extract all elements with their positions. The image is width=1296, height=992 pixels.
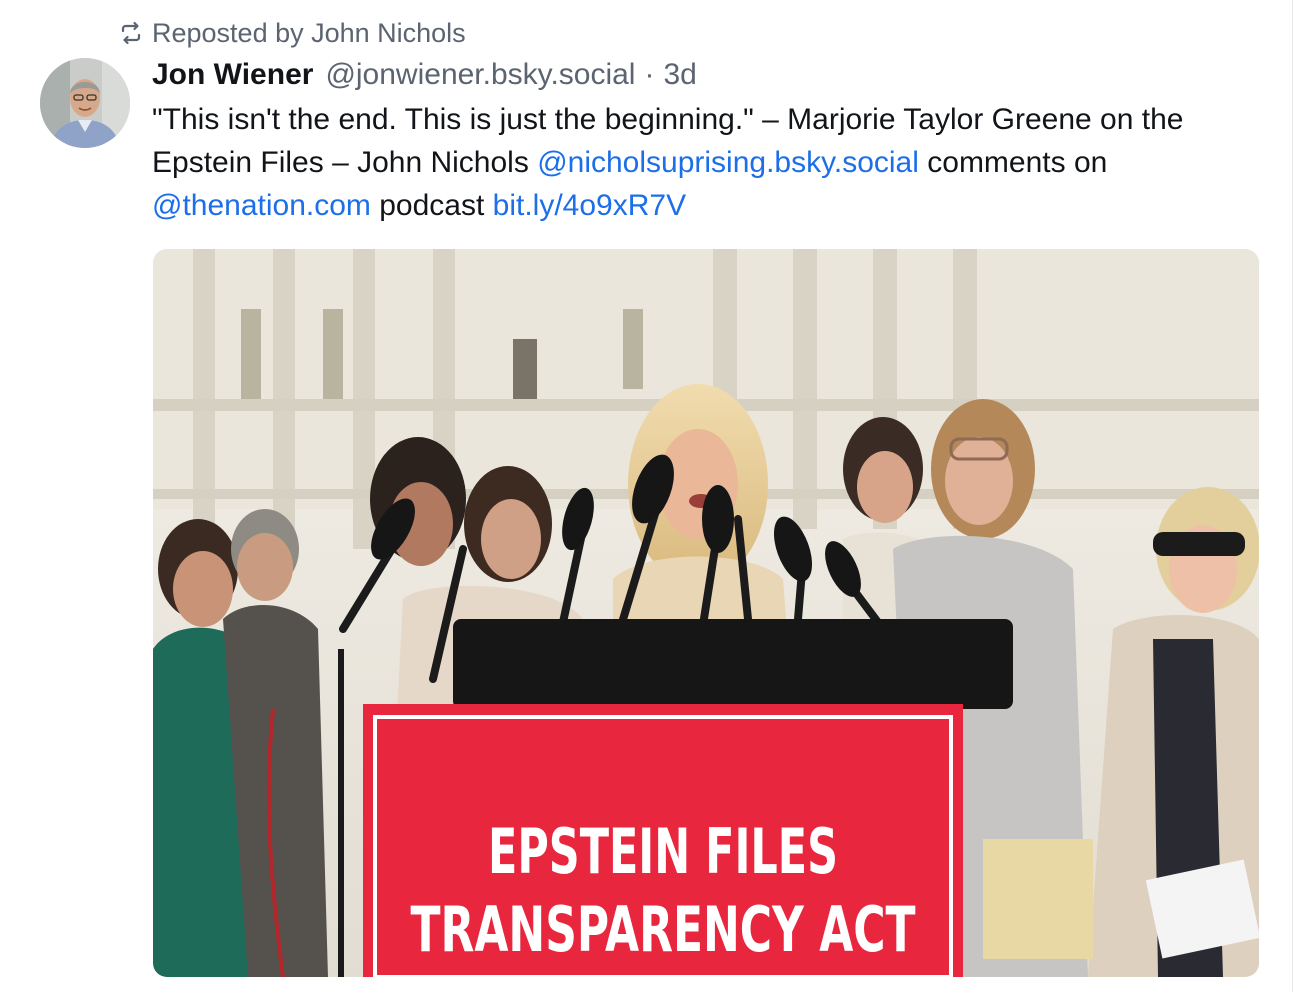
post-content: Jon Wiener @jonwiener.bsky.social · 3d "… (152, 54, 1262, 227)
post-card[interactable]: Reposted by John Nichols Jon Wiener @jon… (0, 0, 1293, 992)
sign-line-2: TRANSPARENCY ACT (411, 893, 916, 966)
author-handle[interactable]: @jonwiener.bsky.social (325, 54, 635, 96)
sign-line-1: EPSTEIN FILES (488, 815, 838, 888)
header-separator: · (644, 58, 655, 91)
author-avatar[interactable] (40, 58, 130, 148)
author-name[interactable]: Jon Wiener (152, 54, 313, 96)
post-text-part3: podcast (370, 189, 493, 222)
repost-icon (118, 20, 144, 46)
mention-link-nicholsuprising[interactable]: @nicholsuprising.bsky.social (537, 146, 919, 179)
post-timestamp[interactable]: 3d (663, 54, 696, 96)
press-conference-photo: EPSTEIN FILES TRANSPARENCY ACT (153, 249, 1259, 977)
repost-label[interactable]: Reposted by John Nichols (152, 18, 466, 49)
mention-link-thenation[interactable]: @thenation.com (152, 189, 371, 222)
repost-indicator[interactable]: Reposted by John Nichols (118, 16, 466, 50)
post-image[interactable]: EPSTEIN FILES TRANSPARENCY ACT (153, 249, 1259, 977)
post-header: Jon Wiener @jonwiener.bsky.social · 3d (152, 54, 1262, 96)
post-text: "This isn't the end. This is just the be… (152, 98, 1262, 227)
avatar-photo (40, 58, 130, 148)
url-link-bitly[interactable]: bit.ly/4o9xR7V (493, 189, 686, 222)
post-text-part2: comments on (918, 146, 1108, 179)
